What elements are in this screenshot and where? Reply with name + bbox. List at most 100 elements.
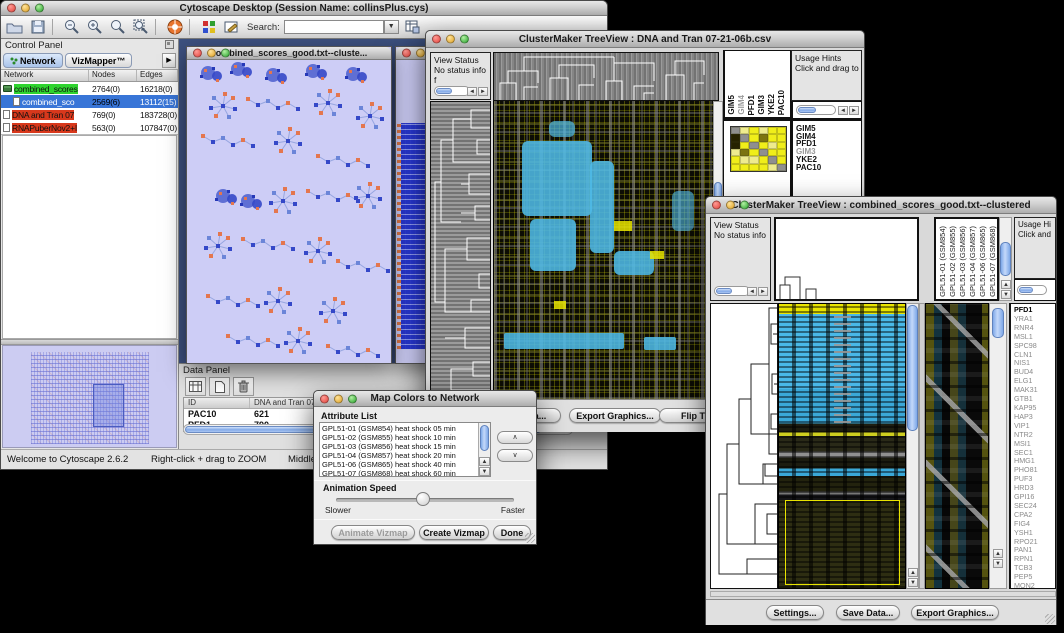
treeview2-titlebar[interactable]: ClusterMaker TreeView : combined_scores_…: [706, 197, 1056, 214]
network-canvas[interactable]: [188, 61, 390, 362]
tv2-main-heatmap[interactable]: [778, 303, 906, 589]
attr-col-id[interactable]: ID: [184, 398, 250, 408]
scroll-thumb[interactable]: [992, 308, 1004, 338]
zoom-fit-icon[interactable]: [131, 18, 150, 37]
new-attribute-icon[interactable]: [209, 377, 230, 396]
tv1-mini-heatmap[interactable]: [730, 126, 787, 172]
scroll-right-icon[interactable]: ►: [758, 287, 768, 296]
resize-grip-icon[interactable]: [525, 533, 535, 543]
minimize-icon[interactable]: [446, 35, 455, 44]
treeview1-titlebar[interactable]: ClusterMaker TreeView : DNA and Tran 07-…: [426, 31, 864, 48]
network-row[interactable]: combined_sco 2569(6) 13112(15): [1, 95, 178, 108]
attribute-option[interactable]: GPL51-02 (GSM855) heat shock 10 min: [320, 433, 478, 442]
zoom-window-icon[interactable]: [221, 49, 230, 58]
zoom-window-icon[interactable]: [348, 394, 357, 403]
window-controls[interactable]: [7, 4, 44, 13]
close-icon[interactable]: [7, 4, 16, 13]
open-session-icon[interactable]: [5, 18, 24, 37]
tv2-save-data-button[interactable]: Save Data...: [836, 605, 900, 620]
scroll-thumb[interactable]: [1019, 287, 1033, 293]
tv2-settings-button[interactable]: Settings...: [766, 605, 824, 620]
tv2-column-dendrogram-area[interactable]: [774, 217, 919, 301]
animate-vizmap-button[interactable]: Animate Vizmap: [331, 525, 415, 540]
tv2-zoom-heatmap[interactable]: [925, 303, 989, 589]
scroll-down-icon[interactable]: ▼: [993, 559, 1003, 568]
attribute-listbox[interactable]: GPL51-01 (GSM854) heat shock 05 minGPL51…: [319, 422, 491, 477]
attribute-option[interactable]: GPL51-03 (GSM856) heat shock 15 min: [320, 442, 478, 451]
tv1-usage-scrollbar[interactable]: [796, 105, 836, 115]
close-icon[interactable]: [432, 35, 441, 44]
scroll-right-icon[interactable]: ►: [849, 106, 859, 115]
tab-overflow-arrow[interactable]: ▶: [162, 53, 176, 68]
minimize-icon[interactable]: [21, 4, 30, 13]
network-row[interactable]: RNAPuberNov2+I 563(0) 107847(0): [1, 121, 178, 134]
tv2-row-dendrogram[interactable]: [710, 303, 778, 589]
resize-grip-icon[interactable]: [1045, 614, 1055, 624]
close-icon[interactable]: [402, 49, 411, 58]
tv2-labels-vscrollbar[interactable]: ▲ ▼: [999, 217, 1012, 301]
heatmap-selection-rect[interactable]: [785, 500, 900, 585]
scroll-right-icon[interactable]: ►: [478, 87, 488, 96]
col-edges[interactable]: Edges: [137, 70, 178, 81]
tv2-heatmap-vscrollbar[interactable]: ▲ ▼: [906, 303, 919, 589]
tab-vizmapper[interactable]: VizMapper™: [65, 53, 133, 68]
float-panel-icon[interactable]: [165, 40, 174, 52]
tv1-row-dendrogram[interactable]: [430, 101, 491, 399]
scroll-down-icon[interactable]: ▼: [908, 578, 918, 587]
scroll-up-icon[interactable]: ▲: [993, 549, 1003, 558]
tv1-main-heatmap[interactable]: [493, 101, 713, 399]
scroll-thumb[interactable]: [798, 107, 816, 113]
help-lifering-icon[interactable]: [165, 18, 184, 37]
tv2-usage-scrollbar[interactable]: [1017, 285, 1047, 295]
overview-viewport-rect[interactable]: [93, 384, 124, 427]
main-title-bar[interactable]: Cytoscape Desktop (Session Name: collins…: [1, 1, 607, 16]
network-table-header[interactable]: Network Nodes Edges: [1, 70, 178, 82]
minimize-icon[interactable]: [207, 49, 216, 58]
listbox-vscrollbar[interactable]: ▲ ▼: [478, 423, 490, 476]
scroll-down-icon[interactable]: ▼: [1001, 290, 1011, 299]
attribute-option[interactable]: GPL51-06 (GSM865) heat shock 40 min: [320, 460, 478, 469]
search-input[interactable]: [284, 20, 384, 34]
zoom-window-icon[interactable]: [460, 35, 469, 44]
tv1-column-dendrogram[interactable]: [493, 52, 719, 101]
scroll-thumb[interactable]: [907, 305, 918, 431]
tv1-export-graphics-button[interactable]: Export Graphics...: [569, 408, 661, 423]
tv2-status-scrollbar[interactable]: [714, 286, 750, 296]
scroll-thumb[interactable]: [480, 425, 489, 451]
zoom-window-icon[interactable]: [35, 4, 44, 13]
scroll-down-icon[interactable]: ▼: [479, 467, 490, 476]
scroll-left-icon[interactable]: ◄: [747, 287, 757, 296]
tv2-hscroll-strip[interactable]: [710, 591, 1056, 597]
search-dropdown-icon[interactable]: ▼: [384, 20, 399, 34]
minimize-icon[interactable]: [726, 201, 735, 210]
zoom-out-icon[interactable]: [62, 18, 81, 37]
scroll-up-icon[interactable]: ▲: [479, 457, 490, 466]
close-icon[interactable]: [320, 394, 329, 403]
zoom-selected-icon[interactable]: [108, 18, 127, 37]
attribute-option[interactable]: GPL51-01 (GSM854) heat shock 05 min: [320, 424, 478, 433]
col-network[interactable]: Network: [1, 70, 89, 81]
minimize-icon[interactable]: [416, 49, 425, 58]
scroll-thumb[interactable]: [1000, 242, 1011, 276]
minimize-icon[interactable]: [334, 394, 343, 403]
network-row[interactable]: DNA and Tran 07 769(0) 183728(0): [1, 108, 178, 121]
zoom-window-icon[interactable]: [740, 201, 749, 210]
close-icon[interactable]: [712, 201, 721, 210]
scroll-left-icon[interactable]: ◄: [467, 87, 477, 96]
tv1-status-scrollbar[interactable]: [434, 86, 470, 96]
move-down-button[interactable]: ∨: [497, 449, 533, 462]
delete-attribute-trash-icon[interactable]: [233, 377, 254, 396]
save-session-icon[interactable]: [28, 18, 47, 37]
network-overview-panel[interactable]: [2, 345, 177, 448]
attribute-select-icon[interactable]: [185, 377, 206, 396]
scroll-thumb[interactable]: [716, 288, 732, 294]
scroll-left-icon[interactable]: ◄: [838, 106, 848, 115]
close-icon[interactable]: [193, 49, 202, 58]
zoom-in-icon[interactable]: [85, 18, 104, 37]
slider-thumb[interactable]: [416, 492, 430, 506]
network-window-titlebar[interactable]: combined_scores_good.txt--cluste...: [187, 47, 391, 60]
import-table-icon[interactable]: [403, 18, 422, 37]
create-vizmap-button[interactable]: Create Vizmap: [419, 525, 489, 540]
col-nodes[interactable]: Nodes: [89, 70, 137, 81]
scroll-up-icon[interactable]: ▲: [1001, 280, 1011, 289]
